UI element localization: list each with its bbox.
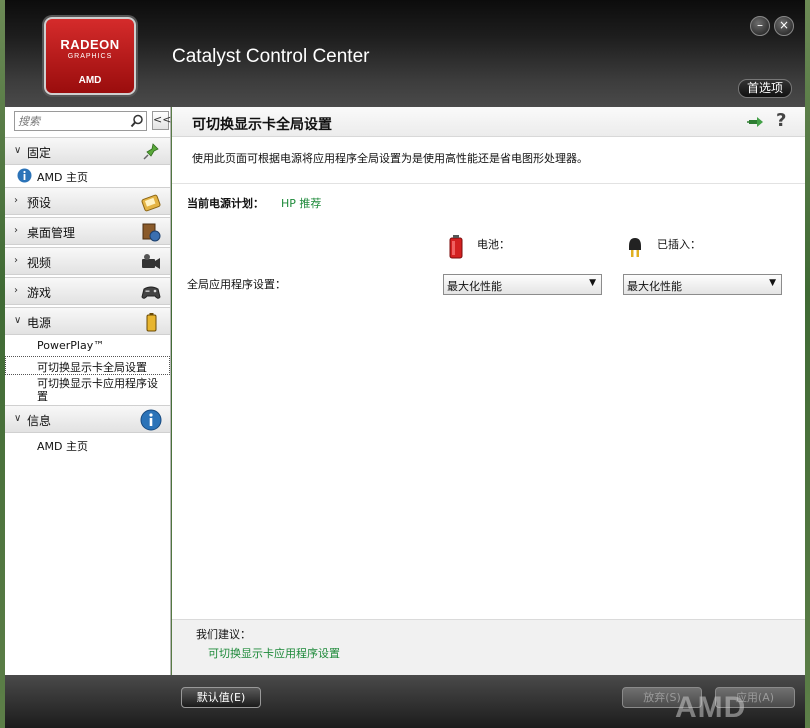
info-icon — [140, 409, 162, 431]
plugged-column-label: 已插入： — [657, 238, 701, 251]
power-plug-icon — [629, 238, 641, 257]
search-input[interactable] — [15, 112, 127, 130]
suggestion-label: 我们建议： — [196, 628, 251, 641]
desktop-management-icon — [142, 223, 161, 242]
global-setting-label: 全局应用程序设置： — [187, 278, 286, 291]
sidebar-category-presets[interactable]: › 预设 — [5, 187, 170, 215]
collapse-sidebar-button[interactable]: << — [152, 111, 171, 130]
sidebar-category-label: 视频 — [27, 256, 52, 270]
sidebar-category-gaming[interactable]: › 游戏 — [5, 277, 170, 305]
app-header: RADEON GRAPHICS AMD Catalyst Control Cen… — [5, 0, 805, 107]
power-plan-value: HP 推荐 — [281, 197, 322, 210]
suggestion-link[interactable]: 可切换显示卡应用程序设置 — [208, 645, 340, 661]
sidebar-item-powerplay[interactable]: PowerPlay™ — [5, 337, 170, 355]
search-box — [14, 111, 147, 131]
battery-column-label: 电池： — [477, 238, 510, 251]
sidebar-category-label: 电源 — [27, 316, 52, 330]
preset-icon — [141, 194, 161, 212]
chevron-right-icon: › — [14, 195, 18, 206]
logo-text-radeon: RADEON — [60, 37, 120, 52]
sidebar-item-switchable-app[interactable]: 可切换显示卡应用程序设置 — [5, 376, 170, 404]
help-icon[interactable]: ? — [776, 110, 786, 131]
sidebar-category-label: 预设 — [27, 196, 52, 210]
sidebar-category-desktop-management[interactable]: › 桌面管理 — [5, 217, 170, 245]
battery-icon — [146, 313, 157, 332]
default-button[interactable]: 默认值(E) — [181, 687, 261, 708]
pin-page-icon[interactable] — [747, 114, 765, 130]
battery-setting-dropdown[interactable]: 最大化性能 ▼ — [443, 274, 602, 295]
dropdown-value: 最大化性能 — [447, 280, 502, 293]
sidebar-item-switchable-global[interactable]: 可切换显示卡全局设置 — [5, 356, 170, 375]
logo-text-amd: AMD — [78, 75, 102, 86]
dropdown-arrow-icon: ▼ — [769, 278, 776, 288]
preferences-button[interactable]: 首选项 — [738, 79, 792, 98]
pin-icon — [143, 143, 159, 160]
sidebar-category-label: 游戏 — [27, 286, 52, 300]
chevron-right-icon: › — [14, 225, 18, 236]
page-title-bar: 可切换显示卡全局设置 ? — [172, 107, 805, 137]
settings-area: 当前电源计划： HP 推荐 电池： 已插入： 全局应用程序设置： 最大化性能 ▼… — [172, 184, 805, 619]
sidebar-category-label: 信息 — [27, 414, 52, 428]
sidebar-item-label: 可切换显示卡全局设置 — [37, 361, 147, 374]
sidebar-item-label: AMD 主页 — [37, 440, 88, 453]
footer-bar: 默认值(E) 放弃(S) 应用(A) AMD — [5, 675, 805, 728]
main-panel: 可切换显示卡全局设置 ? 使用此页面可根据电源将应用程序全局设置为是使用高性能还… — [172, 107, 805, 675]
sidebar-category-label: 桌面管理 — [27, 226, 76, 240]
sidebar-category-pinned[interactable]: ∨ 固定 — [5, 137, 170, 165]
minimize-button[interactable]: – — [750, 16, 770, 36]
plugged-setting-dropdown[interactable]: 最大化性能 ▼ — [623, 274, 782, 295]
app-title: Catalyst Control Center — [172, 46, 370, 67]
sidebar-item-amd-home-info[interactable]: AMD 主页 — [5, 436, 170, 454]
radeon-logo: RADEON GRAPHICS AMD — [44, 17, 136, 95]
logo-text-graphics: GRAPHICS — [67, 53, 113, 60]
sidebar: << ∨ 固定 AMD 主页 › 预设 › 桌面管理 › — [5, 107, 171, 675]
amd-watermark-logo: AMD — [675, 691, 747, 724]
chevron-right-icon: › — [14, 285, 18, 296]
page-title: 可切换显示卡全局设置 — [192, 117, 332, 133]
close-button[interactable]: × — [774, 16, 794, 36]
chevron-down-icon: ∨ — [14, 315, 22, 326]
sidebar-item-label: AMD 主页 — [37, 171, 88, 184]
sidebar-item-amd-home-pinned[interactable]: AMD 主页 — [5, 167, 170, 185]
chevron-down-icon: ∨ — [14, 413, 22, 424]
sidebar-category-label: 固定 — [27, 146, 52, 160]
sidebar-item-label: 可切换显示卡应用程序设置 — [37, 377, 158, 403]
page-description-area: 使用此页面可根据电源将应用程序全局设置为是使用高性能还是省电图形处理器。 — [172, 138, 805, 184]
power-plan-label: 当前电源计划： — [187, 197, 264, 210]
chevron-down-icon: ∨ — [14, 145, 22, 156]
gamepad-icon — [141, 286, 161, 299]
page-description: 使用此页面可根据电源将应用程序全局设置为是使用高性能还是省电图形处理器。 — [192, 152, 588, 165]
video-icon — [142, 254, 160, 269]
search-icon[interactable] — [130, 114, 144, 128]
battery-icon — [449, 235, 463, 259]
info-icon — [17, 168, 32, 183]
chevron-right-icon: › — [14, 255, 18, 266]
sidebar-item-label: PowerPlay™ — [37, 339, 105, 352]
sidebar-category-information[interactable]: ∨ 信息 — [5, 405, 170, 433]
sidebar-category-power[interactable]: ∨ 电源 — [5, 307, 170, 335]
sidebar-category-video[interactable]: › 视频 — [5, 247, 170, 275]
dropdown-arrow-icon: ▼ — [589, 278, 596, 288]
suggestion-area: 我们建议： 可切换显示卡应用程序设置 — [172, 619, 805, 675]
dropdown-value: 最大化性能 — [627, 280, 682, 293]
